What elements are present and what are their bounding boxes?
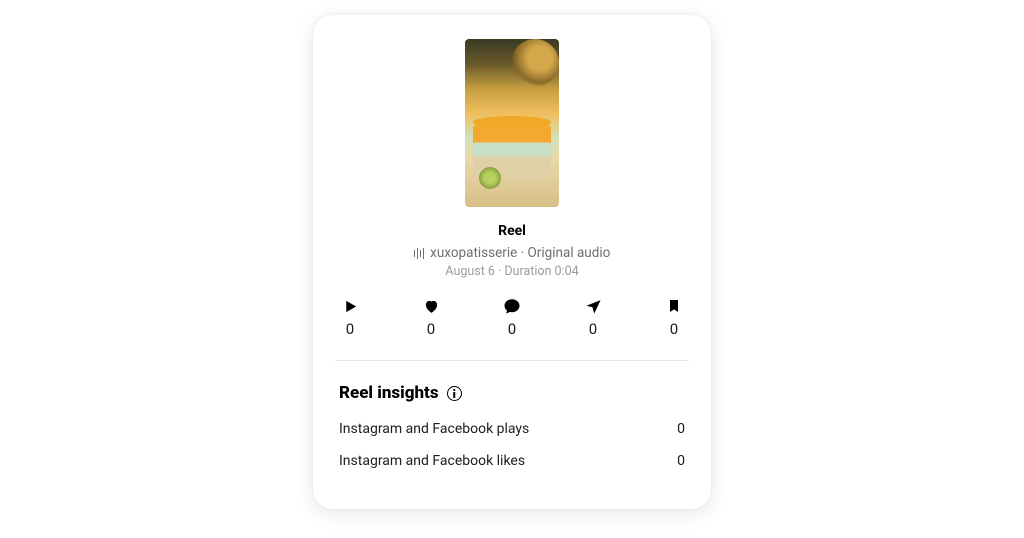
- play-icon: [341, 297, 359, 315]
- insights-header: Reel insights: [339, 383, 685, 403]
- stat-plays: 0: [341, 297, 359, 338]
- thumbnail-decoration: [473, 123, 551, 178]
- stat-shares-value: 0: [589, 320, 597, 338]
- insight-value: 0: [677, 453, 685, 469]
- stat-shares: 0: [584, 297, 602, 338]
- stat-comments-value: 0: [508, 320, 516, 338]
- reel-title: Reel: [498, 223, 526, 239]
- comment-icon: [503, 297, 521, 315]
- insights-section: Reel insights Instagram and Facebook pla…: [313, 361, 711, 489]
- stat-comments: 0: [503, 297, 521, 338]
- stat-saves-value: 0: [670, 320, 678, 338]
- reel-audio-row[interactable]: xuxopatisserie · Original audio: [414, 245, 611, 261]
- reel-audio-text: xuxopatisserie · Original audio: [430, 245, 610, 261]
- stat-plays-value: 0: [346, 320, 354, 338]
- reel-thumbnail[interactable]: [465, 39, 559, 207]
- reel-insights-card: Reel xuxopatisserie · Original audio Aug…: [313, 15, 711, 509]
- share-icon: [584, 297, 602, 315]
- heart-icon: [422, 297, 440, 315]
- insights-title: Reel insights: [339, 383, 439, 403]
- stat-saves: 0: [665, 297, 683, 338]
- insight-row-likes: Instagram and Facebook likes 0: [339, 453, 685, 469]
- insight-row-plays: Instagram and Facebook plays 0: [339, 421, 685, 437]
- audio-waveform-icon: [414, 247, 425, 259]
- stat-likes-value: 0: [427, 320, 435, 338]
- stat-likes: 0: [422, 297, 440, 338]
- insight-label: Instagram and Facebook likes: [339, 453, 525, 469]
- reel-meta: August 6 · Duration 0:04: [445, 264, 578, 279]
- insight-value: 0: [677, 421, 685, 437]
- insight-label: Instagram and Facebook plays: [339, 421, 529, 437]
- bookmark-icon: [665, 297, 683, 315]
- info-icon[interactable]: [447, 386, 462, 401]
- stats-row: 0 0 0 0 0: [313, 297, 711, 338]
